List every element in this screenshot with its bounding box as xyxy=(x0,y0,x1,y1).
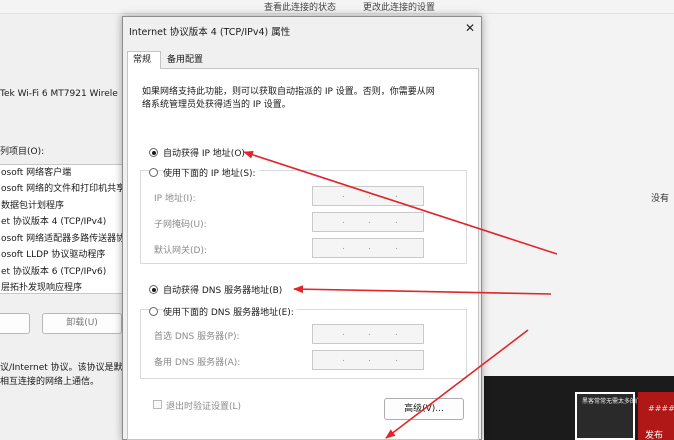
list-item[interactable]: 层拓扑发现响应程序 xyxy=(0,280,122,293)
close-icon[interactable]: ✕ xyxy=(463,21,477,35)
right-side-text: 没有 xyxy=(651,194,670,204)
list-item[interactable]: osoft 网络客户端 xyxy=(0,165,122,181)
tab-alternate-config[interactable]: 备用配置 xyxy=(162,53,214,69)
description-line-2: 相互连接的网络上通信。 xyxy=(0,377,100,387)
validate-label: 退出时验证设置(L) xyxy=(166,402,242,412)
advanced-button[interactable]: 高级(V)... xyxy=(384,398,464,420)
subnet-mask-label: 子网掩码(U): xyxy=(154,220,207,230)
general-tab-panel: 如果网络支持此功能，则可以获取自动指派的 IP 设置。否则，你需要从网 络系统管… xyxy=(127,68,479,440)
ipv4-properties-dialog: Internet 协议版本 4 (TCP/IPv4) 属性 ✕ 常规 备用配置 … xyxy=(122,16,482,440)
auto-dns-label[interactable]: 自动获得 DNS 服务器地址(B) xyxy=(163,283,283,296)
tab-general[interactable]: 常规 xyxy=(127,51,161,69)
change-settings-link[interactable]: 更改此连接的设置 xyxy=(363,0,435,13)
dialog-title: Internet 协议版本 4 (TCP/IPv4) 属性 xyxy=(129,27,291,38)
thumbnail-hash-text: #### xyxy=(648,404,674,413)
uninstall-button[interactable]: 卸载(U) xyxy=(42,313,122,334)
manual-dns-label[interactable]: 使用下面的 DNS 服务器地址(E): xyxy=(163,305,297,318)
description-text-line-2: 络系统管理员处获得适当的 IP 设置。 xyxy=(142,100,291,110)
component-list[interactable]: osoft 网络客户端 osoft 网络的文件和打印机共享 数据包计划程序 et… xyxy=(0,164,123,294)
auto-dns-radio[interactable] xyxy=(149,285,158,294)
default-gateway-label: 默认网关(D): xyxy=(154,246,207,256)
list-item[interactable]: 数据包计划程序 xyxy=(0,198,122,214)
list-item[interactable]: et 协议版本 4 (TCP/IPv4) xyxy=(0,214,122,230)
manual-ip-label[interactable]: 使用下面的 IP 地址(S): xyxy=(163,166,259,179)
auto-ip-radio[interactable] xyxy=(149,148,158,157)
preferred-dns-label: 首选 DNS 服务器(P): xyxy=(154,332,240,342)
background-top-strip xyxy=(0,0,674,14)
list-item[interactable]: et 协议版本 6 (TCP/IPv6) xyxy=(0,264,122,280)
default-gateway-field[interactable]: ... xyxy=(312,238,424,258)
ip-address-label: IP 地址(I): xyxy=(154,194,196,204)
manual-dns-radio[interactable] xyxy=(149,307,158,316)
subnet-mask-field[interactable]: ... xyxy=(312,212,424,232)
preferred-dns-field[interactable]: ... xyxy=(312,324,424,344)
ip-address-field[interactable]: ... xyxy=(312,186,424,206)
alternate-dns-field[interactable]: ... xyxy=(312,350,424,370)
description-text-line-1: 如果网络支持此功能，则可以获取自动指派的 IP 设置。否则，你需要从网 xyxy=(142,87,435,97)
adapter-name: Tek Wi-Fi 6 MT7921 Wirele xyxy=(0,89,118,99)
view-status-link[interactable]: 查看此连接的状态 xyxy=(264,0,336,13)
install-button[interactable] xyxy=(0,313,30,334)
validate-checkbox[interactable] xyxy=(153,400,162,409)
thumbnail-publish-text: 发布 xyxy=(645,431,664,440)
list-item[interactable]: osoft LLDP 协议驱动程序 xyxy=(0,247,122,263)
items-label: 列项目(O): xyxy=(0,147,45,157)
list-item[interactable]: osoft 网络的文件和打印机共享 xyxy=(0,181,122,197)
description-line-1: 议/Internet 协议。该协议是默 xyxy=(0,363,123,373)
alternate-dns-label: 备用 DNS 服务器(A): xyxy=(154,358,241,368)
list-item[interactable]: osoft 网络适配器多路传送器协 xyxy=(0,231,122,247)
auto-ip-label[interactable]: 自动获得 IP 地址(O) xyxy=(163,146,245,159)
thumbnail-caption: 黑客常常无需太多的门 xyxy=(582,398,643,405)
manual-ip-radio[interactable] xyxy=(149,168,158,177)
